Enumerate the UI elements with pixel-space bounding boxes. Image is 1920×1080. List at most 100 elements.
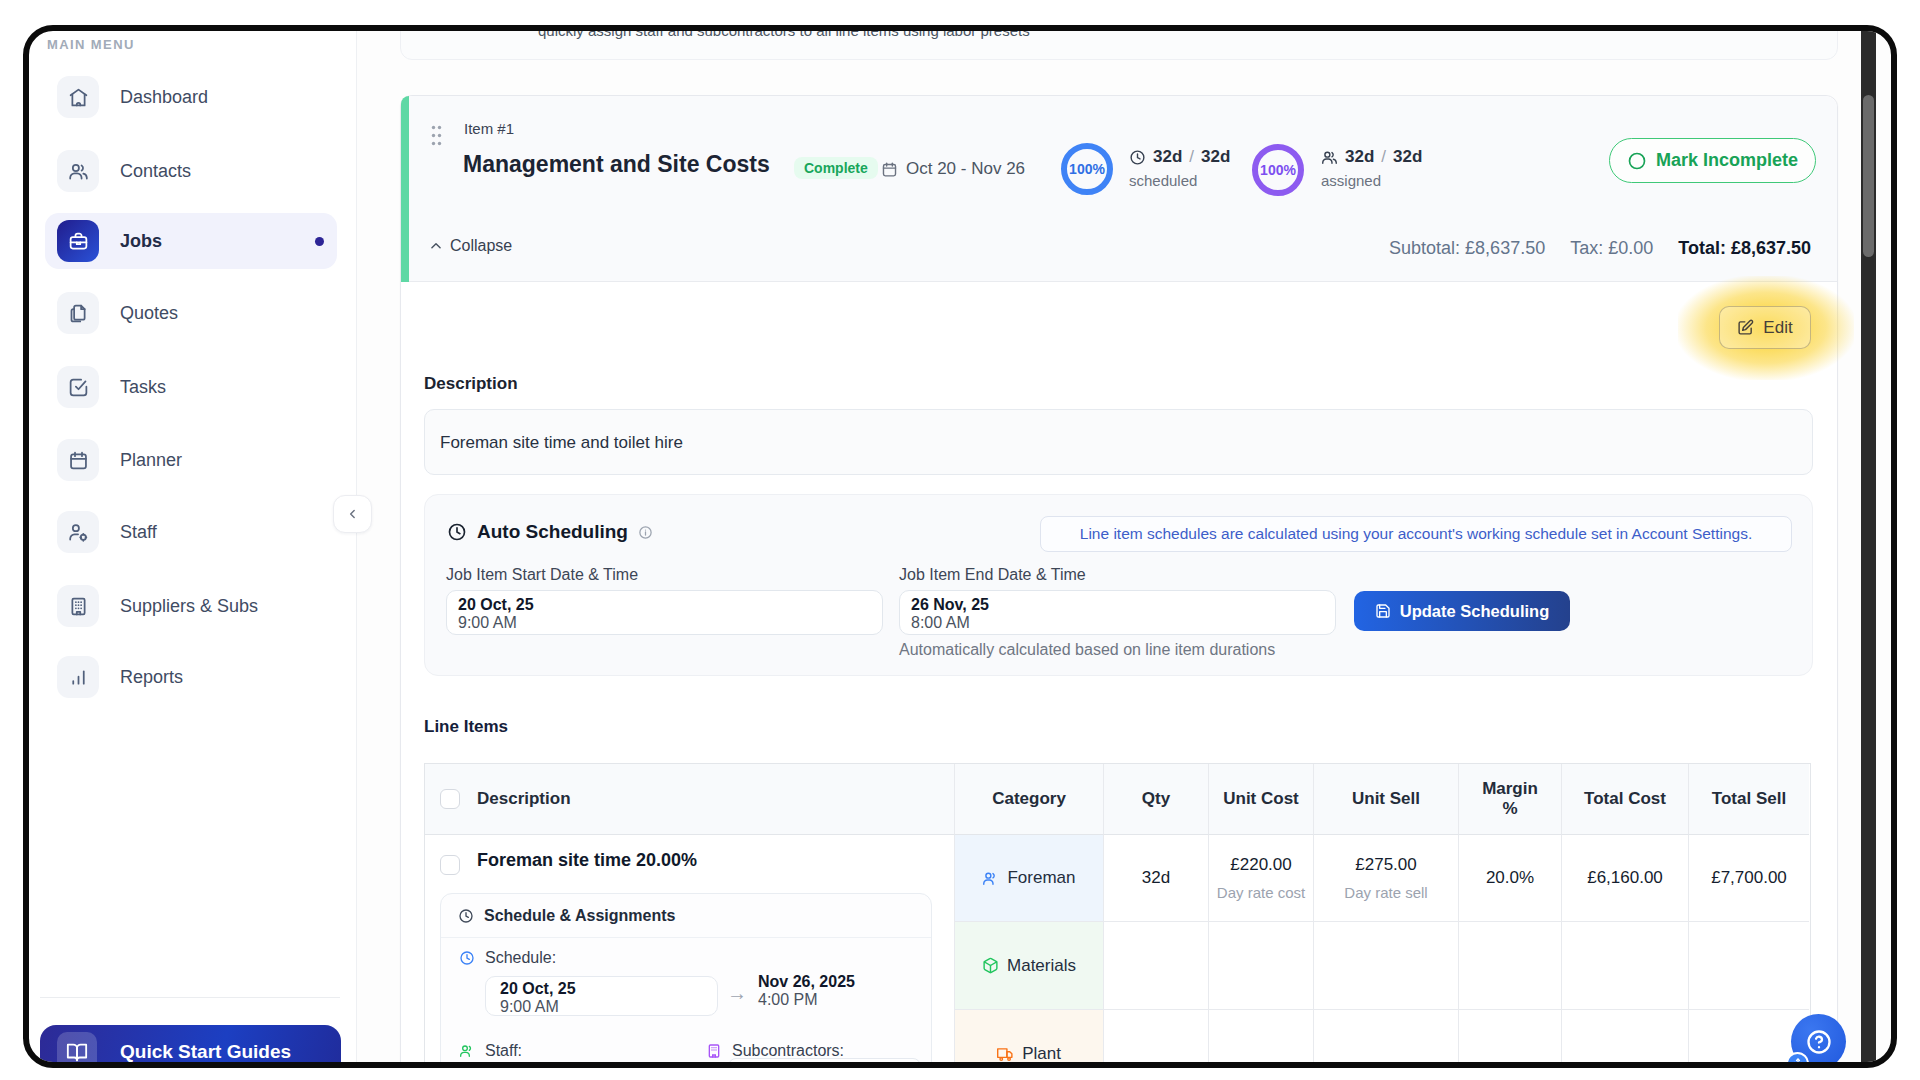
unit-sell-cell[interactable]	[1314, 922, 1459, 1010]
scheduled-progress-ring: 100%	[1061, 143, 1113, 195]
status-badge: Complete	[794, 157, 878, 179]
category-name: Materials	[1007, 956, 1076, 976]
sidebar-item-staff[interactable]: Staff	[45, 504, 337, 560]
sidebar-item-label: Dashboard	[120, 87, 208, 108]
book-open-icon	[57, 1032, 97, 1062]
end-date-value: 26 Nov, 25	[911, 596, 1335, 614]
description-label: Description	[424, 374, 518, 394]
qty-cell[interactable]	[1104, 922, 1209, 1010]
mark-incomplete-label: Mark Incomplete	[1656, 150, 1798, 171]
assigned-stat: 32d/32d	[1321, 147, 1422, 167]
calendar-icon	[57, 439, 99, 481]
building-icon	[706, 1043, 722, 1059]
schedule-assignments-header: Schedule & Assignments	[458, 907, 675, 925]
unit-cost-cell[interactable]	[1209, 922, 1314, 1010]
app-window: MAIN MENU Dashboard Contacts Jobs Quotes…	[29, 31, 1891, 1062]
sidebar-item-dashboard[interactable]: Dashboard	[45, 69, 337, 125]
auto-scheduling-panel: Auto Scheduling Line item schedules are …	[424, 494, 1813, 676]
copy-icon	[57, 292, 99, 334]
sidebar-item-label: Contacts	[120, 161, 191, 182]
category-name: Foreman	[1007, 868, 1075, 888]
quick-start-guides-button[interactable]: Quick Start Guides	[40, 1025, 341, 1062]
assigned-value: 32d	[1345, 147, 1374, 167]
sidebar-item-label: Tasks	[120, 377, 166, 398]
total-cost-cell	[1562, 1010, 1689, 1062]
category-cell-plant[interactable]: Plant	[955, 1010, 1104, 1062]
users-icon	[57, 150, 99, 192]
sidebar-item-label: Planner	[120, 450, 182, 471]
update-scheduling-button[interactable]: Update Scheduling	[1354, 591, 1570, 631]
description-value: Foreman site time and toilet hire	[440, 433, 683, 453]
margin-cell[interactable]	[1459, 922, 1562, 1010]
qty-cell[interactable]	[1104, 1010, 1209, 1062]
unit-sell-cell[interactable]	[1314, 1010, 1459, 1062]
subcontractors-field[interactable]	[728, 1058, 921, 1062]
sidebar-collapse-button[interactable]	[333, 495, 372, 533]
sidebar-item-quotes[interactable]: Quotes	[45, 285, 337, 341]
edit-label: Edit	[1763, 318, 1792, 338]
scrollbar-thumb[interactable]	[1863, 95, 1874, 257]
category-cell-foreman[interactable]: Foreman	[955, 835, 1104, 922]
chevron-left-icon	[346, 507, 360, 521]
auto-scheduling-title: Auto Scheduling	[477, 521, 628, 543]
line-items-label: Line Items	[424, 717, 508, 737]
unit-sell-cell[interactable]: £275.00Day rate sell	[1314, 835, 1459, 922]
unit-cost-cell[interactable]	[1209, 1010, 1314, 1062]
currently-assigned-text: Currently Assigned	[485, 1060, 611, 1062]
sidebar-item-tasks[interactable]: Tasks	[45, 359, 337, 415]
scrollbar-track[interactable]	[1861, 31, 1876, 1062]
users-icon	[459, 1043, 475, 1059]
arrow-right-icon: →	[727, 982, 747, 1005]
qty-cell[interactable]: 32d	[1104, 835, 1209, 922]
unit-cost-cell[interactable]: £220.00Day rate cost	[1209, 835, 1314, 922]
sidebar-item-planner[interactable]: Planner	[45, 432, 337, 488]
drag-handle-icon[interactable]	[431, 125, 442, 146]
schedule-assignments-panel: Schedule & Assignments Schedule: 20 Oct,…	[440, 893, 932, 1062]
row-end-datetime: Nov 26, 2025 4:00 PM	[758, 973, 855, 1008]
start-date-input[interactable]: 20 Oct, 25 9:00 AM	[446, 590, 883, 635]
category-cell-materials[interactable]: Materials	[955, 922, 1104, 1010]
sidebar-item-label: Jobs	[120, 231, 162, 252]
briefcase-icon	[57, 220, 99, 262]
item-card-header: Item #1 Management and Site Costs Comple…	[401, 96, 1837, 282]
row-start-time: 9:00 AM	[500, 998, 717, 1015]
select-all-checkbox[interactable]	[440, 789, 460, 809]
assigned-pct: 100%	[1260, 162, 1296, 178]
sidebar-item-contacts[interactable]: Contacts	[45, 143, 337, 199]
sidebar-item-jobs[interactable]: Jobs	[45, 213, 337, 269]
col-header-total-cost: Total Cost	[1562, 764, 1689, 835]
update-scheduling-label: Update Scheduling	[1400, 602, 1549, 621]
scheduled-value: 32d	[1153, 147, 1182, 167]
building-icon	[57, 585, 99, 627]
sidebar-item-label: Reports	[120, 667, 183, 688]
sidebar-item-reports[interactable]: Reports	[45, 649, 337, 705]
total-sell-cell: £7,700.00	[1689, 835, 1809, 922]
margin-cell[interactable]	[1459, 1010, 1562, 1062]
collapse-toggle[interactable]: Collapse	[429, 237, 512, 255]
description-field[interactable]: Foreman site time and toilet hire	[424, 409, 1813, 475]
sidebar-item-suppliers[interactable]: Suppliers & Subs	[45, 578, 337, 634]
sidebar-section-title: MAIN MENU	[47, 37, 135, 52]
line-items-table: Description Category Qty Unit Cost Unit …	[424, 763, 1811, 1062]
circle-icon	[1627, 151, 1647, 171]
row-checkbox[interactable]	[440, 855, 460, 875]
labor-presets-banner: quickly assign staff and subcontractors …	[400, 31, 1838, 60]
job-item-card: Item #1 Management and Site Costs Comple…	[400, 95, 1838, 1062]
end-date-label: Job Item End Date & Time	[899, 566, 1086, 584]
edit-button[interactable]: Edit	[1719, 306, 1811, 349]
end-date-input[interactable]: 26 Nov, 25 8:00 AM	[899, 590, 1336, 635]
mark-incomplete-button[interactable]: Mark Incomplete	[1609, 138, 1816, 183]
col-header-category: Category	[955, 764, 1104, 835]
margin-cell[interactable]: 20.0%	[1459, 835, 1562, 922]
col-header-unit-cost: Unit Cost	[1209, 764, 1314, 835]
edit-icon	[1737, 319, 1754, 336]
banner-text: quickly assign staff and subcontractors …	[538, 31, 1030, 39]
calendar-icon	[881, 161, 898, 178]
sidebar-item-label: Staff	[120, 522, 157, 543]
item-status-bar	[401, 96, 409, 282]
question-circle-icon	[1805, 1028, 1833, 1056]
assigned-total: 32d	[1393, 147, 1422, 167]
row-start-date-input[interactable]: 20 Oct, 25 9:00 AM	[485, 976, 718, 1016]
col-header-qty: Qty	[1104, 764, 1209, 835]
assigned-progress-ring: 100%	[1252, 144, 1304, 196]
